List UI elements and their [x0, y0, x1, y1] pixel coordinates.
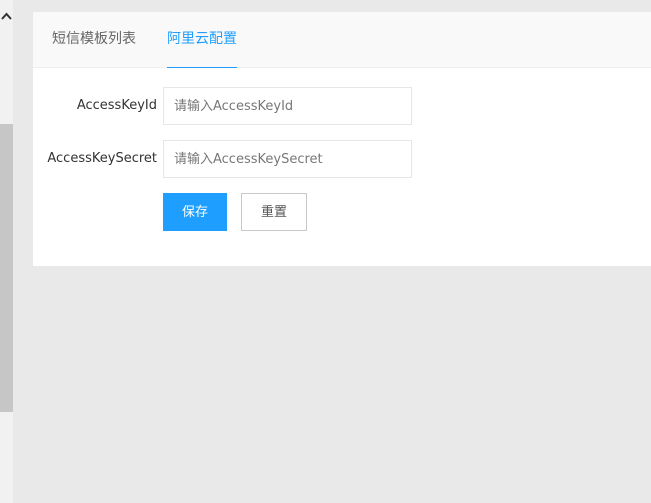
tab-bar: 短信模板列表 阿里云配置 [33, 12, 651, 68]
page: 短信模板列表 阿里云配置 AccessKeyId AccessKeySecret… [0, 0, 651, 503]
scroll-up-arrow-icon[interactable] [0, 8, 13, 24]
config-panel: 短信模板列表 阿里云配置 AccessKeyId AccessKeySecret… [33, 12, 651, 266]
scrollbar-thumb[interactable] [0, 124, 13, 412]
access-key-id-label: AccessKeyId [76, 98, 157, 113]
chevron-up-icon [1, 12, 12, 20]
access-key-secret-input[interactable] [163, 140, 412, 178]
tab-aliyun-config[interactable]: 阿里云配置 [167, 12, 237, 68]
vertical-scrollbar[interactable] [0, 0, 13, 503]
form-row-access-key-secret: AccessKeySecret [33, 140, 651, 178]
access-key-secret-label: AccessKeySecret [47, 151, 157, 166]
reset-button[interactable]: 重置 [241, 193, 307, 231]
save-button[interactable]: 保存 [163, 193, 227, 231]
tab-sms-template-list[interactable]: 短信模板列表 [52, 12, 136, 67]
access-key-id-input[interactable] [163, 87, 412, 125]
form-row-access-key-id: AccessKeyId [33, 87, 651, 125]
